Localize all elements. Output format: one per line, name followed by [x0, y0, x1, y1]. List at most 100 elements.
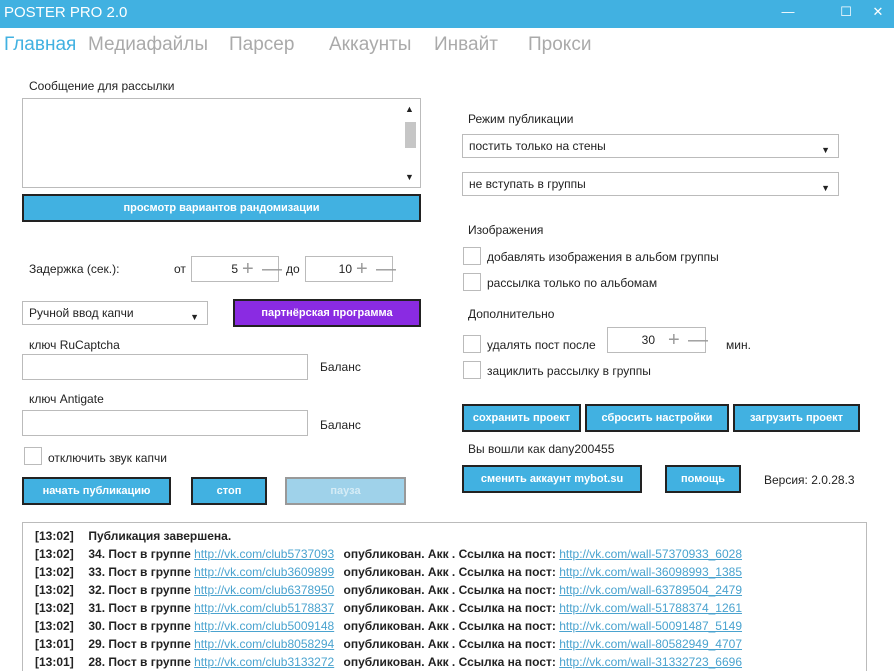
pause-button[interactable]: пауза [285, 477, 406, 505]
log-time: [13:02] [35, 619, 74, 633]
randomize-preview-button[interactable]: просмотр вариантов рандомизации [22, 194, 421, 222]
log-status: опубликован. Акк . Ссылка на пост: [343, 619, 556, 633]
post-link[interactable]: http://vk.com/wall-36098993_1385 [559, 565, 742, 579]
post-link[interactable]: http://vk.com/wall-63789504_2479 [559, 583, 742, 597]
mute-captcha-checkbox[interactable] [24, 447, 42, 465]
log-line: [13:02] 32. Пост в группе http://vk.com/… [35, 583, 742, 597]
log-status: опубликован. Акк . Ссылка на пост: [343, 637, 556, 651]
group-link[interactable]: http://vk.com/club5737093 [194, 547, 334, 561]
rucaptcha-label: ключ RuCaptcha [29, 338, 120, 352]
reset-settings-button[interactable]: сбросить настройки [585, 404, 729, 432]
tab-media[interactable]: Медиафайлы [88, 34, 208, 56]
title-bar: POSTER PRO 2.0 — ☐ ✕ [0, 0, 894, 28]
log-text: 29. Пост в группе [88, 637, 191, 651]
minimize-icon[interactable]: — [778, 4, 798, 22]
change-account-button[interactable]: сменить аккаунт mybot.su [462, 465, 642, 493]
group-link[interactable]: http://vk.com/club6378950 [194, 583, 334, 597]
help-button[interactable]: помощь [665, 465, 741, 493]
minus-icon[interactable]: — [262, 258, 282, 280]
maximize-icon[interactable]: ☐ [836, 4, 856, 22]
delete-post-label: удалять пост после [487, 338, 596, 352]
chevron-down-icon: ▼ [190, 312, 199, 322]
minus-icon[interactable]: — [688, 329, 708, 351]
plus-icon[interactable]: + [668, 329, 680, 351]
loop-mailing-checkbox[interactable] [463, 361, 481, 379]
delay-to-value: 10 [338, 262, 352, 276]
log-line: [13:02] 30. Пост в группе http://vk.com/… [35, 619, 742, 633]
log-panel[interactable]: [13:02] Публикация завершена. [13:02] 34… [22, 522, 867, 671]
captcha-mode-value: Ручной ввод капчи [29, 306, 134, 320]
group-link[interactable]: http://vk.com/club5009148 [194, 619, 334, 633]
antigate-label: ключ Antigate [29, 392, 104, 406]
log-line: [13:01] 29. Пост в группе http://vk.com/… [35, 637, 742, 651]
start-publish-button[interactable]: начать публикацию [22, 477, 171, 505]
plus-icon[interactable]: + [242, 258, 254, 280]
loop-mailing-label: зациклить рассылку в группы [487, 364, 651, 378]
tab-invite[interactable]: Инвайт [434, 34, 498, 56]
log-text: 32. Пост в группе [88, 583, 191, 597]
scroll-up-icon[interactable]: ▲ [405, 104, 414, 114]
group-link[interactable]: http://vk.com/club3609899 [194, 565, 334, 579]
post-link[interactable]: http://vk.com/wall-31332723_6696 [559, 655, 742, 669]
log-text: Публикация завершена. [88, 529, 232, 543]
stop-button[interactable]: стоп [191, 477, 267, 505]
log-time: [13:02] [35, 565, 74, 579]
minutes-unit: мин. [726, 338, 751, 352]
post-link[interactable]: http://vk.com/wall-50091487_5149 [559, 619, 742, 633]
delete-post-checkbox[interactable] [463, 335, 481, 353]
log-text: 33. Пост в группе [88, 565, 191, 579]
delay-to-stepper[interactable]: 10 + — [305, 256, 396, 282]
tab-main[interactable]: Главная [4, 34, 76, 56]
rucaptcha-key-input[interactable] [22, 354, 308, 380]
minus-icon[interactable]: — [376, 258, 396, 280]
captcha-mode-select[interactable]: Ручной ввод капчи ▼ [22, 301, 208, 325]
log-text: 28. Пост в группе [88, 655, 191, 669]
chevron-down-icon: ▼ [821, 183, 830, 193]
message-textarea[interactable]: ▲ ▼ [22, 98, 421, 188]
album-images-checkbox[interactable] [463, 247, 481, 265]
group-link[interactable]: http://vk.com/club8058294 [194, 637, 334, 651]
post-link[interactable]: http://vk.com/wall-51788374_1261 [559, 601, 742, 615]
publish-mode-label: Режим публикации [468, 112, 574, 126]
close-icon[interactable]: ✕ [868, 4, 888, 22]
save-project-button[interactable]: сохранить проект [462, 404, 581, 432]
delay-label: Задержка (сек.): [29, 262, 120, 276]
message-scrollbar[interactable]: ▲ ▼ [402, 100, 419, 186]
delete-minutes-value: 30 [641, 333, 655, 347]
group-link[interactable]: http://vk.com/club5178837 [194, 601, 334, 615]
chevron-down-icon: ▼ [821, 145, 830, 155]
delay-from-stepper[interactable]: 5 + — [191, 256, 282, 282]
albums-only-label: рассылка только по альбомам [487, 276, 658, 290]
album-images-label: добавлять изображения в альбом группы [487, 250, 719, 264]
log-time: [13:02] [35, 529, 74, 543]
log-status: опубликован. Акк . Ссылка на пост: [343, 547, 556, 561]
tab-accounts[interactable]: Аккаунты [329, 34, 411, 56]
delete-minutes-stepper[interactable]: 30 + — [607, 327, 708, 353]
log-line: [13:02] 31. Пост в группе http://vk.com/… [35, 601, 742, 615]
scroll-thumb[interactable] [405, 122, 416, 148]
scroll-down-icon[interactable]: ▼ [405, 172, 414, 182]
tab-parser[interactable]: Парсер [229, 34, 294, 56]
publish-mode-value: постить только на стены [469, 139, 606, 153]
log-line: [13:02] Публикация завершена. [35, 529, 231, 543]
log-line: [13:02] 33. Пост в группе http://vk.com/… [35, 565, 742, 579]
post-link[interactable]: http://vk.com/wall-80582949_4707 [559, 637, 742, 651]
log-status: опубликован. Акк . Ссылка на пост: [343, 565, 556, 579]
plus-icon[interactable]: + [356, 258, 368, 280]
message-label: Сообщение для рассылки [29, 79, 175, 93]
antigate-key-input[interactable] [22, 410, 308, 436]
join-groups-select[interactable]: не вступать в группы ▼ [462, 172, 839, 196]
log-time: [13:02] [35, 601, 74, 615]
rucaptcha-balance: Баланс [320, 360, 361, 374]
log-text: 30. Пост в группе [88, 619, 191, 633]
load-project-button[interactable]: загрузить проект [733, 404, 860, 432]
tab-proxy[interactable]: Прокси [528, 34, 591, 56]
delay-from-value: 5 [231, 262, 238, 276]
publish-mode-select[interactable]: постить только на стены ▼ [462, 134, 839, 158]
post-link[interactable]: http://vk.com/wall-57370933_6028 [559, 547, 742, 561]
partner-program-button[interactable]: партнёрская программа [233, 299, 421, 327]
antigate-balance: Баланс [320, 418, 361, 432]
group-link[interactable]: http://vk.com/club3133272 [194, 655, 334, 669]
albums-only-checkbox[interactable] [463, 273, 481, 291]
logged-in-text: Вы вошли как dany200455 [468, 442, 615, 456]
